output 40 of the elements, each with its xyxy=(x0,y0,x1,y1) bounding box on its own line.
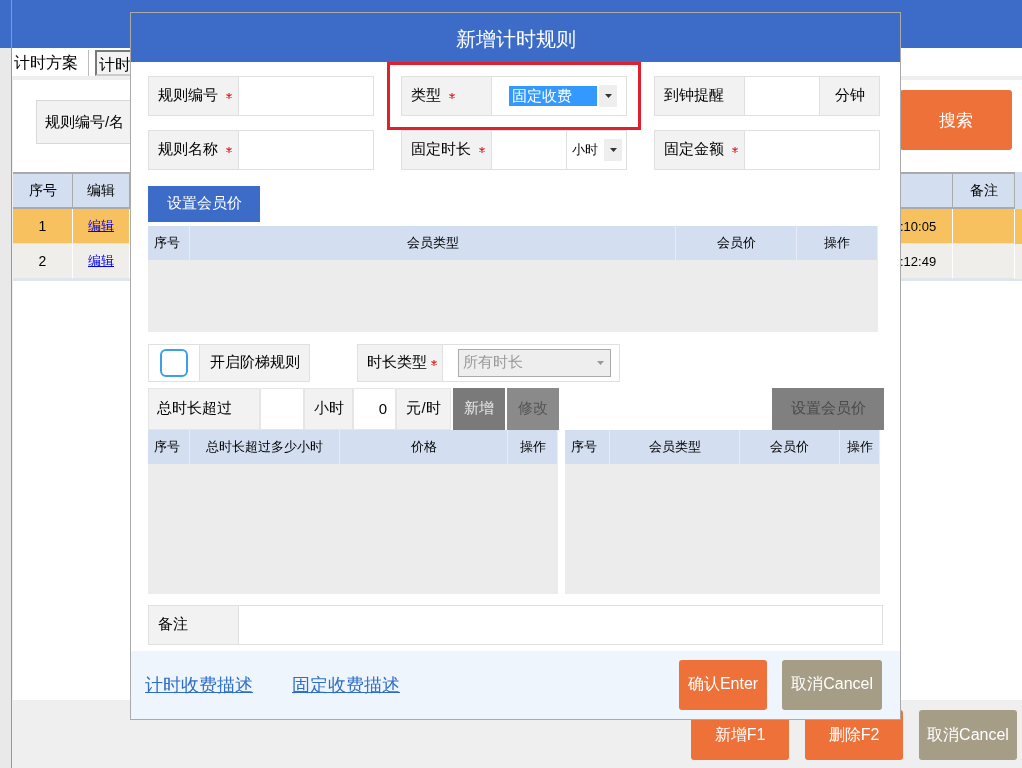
column-header: 会员类型 xyxy=(610,429,740,464)
column-header: 序号 xyxy=(148,429,190,464)
member-price-button[interactable]: 设置会员价 xyxy=(148,185,260,222)
column-header: 会员价 xyxy=(740,429,840,464)
dialog-button[interactable]: 取消Cancel xyxy=(782,659,882,710)
description-link[interactable]: 固定收费描述 xyxy=(292,672,400,697)
column-header: 会员价 xyxy=(676,225,797,260)
edit-link[interactable]: 编辑 xyxy=(88,252,114,270)
dialog-title: 新增计时规则 xyxy=(131,13,900,62)
checkbox-label: 开启阶梯规则 xyxy=(199,344,309,381)
search-button[interactable]: 搜索 xyxy=(900,90,1012,150)
caret-icon xyxy=(604,93,612,98)
footer-button[interactable]: 取消Cancel xyxy=(919,710,1017,760)
column-header: 总时长超过多少小时 xyxy=(190,429,340,464)
tier-button[interactable]: 新增 xyxy=(453,387,505,430)
field-label: 时长类型 xyxy=(358,344,443,381)
column-header: 操作 xyxy=(840,429,880,464)
column-header: 序号 xyxy=(565,429,610,464)
input-field[interactable] xyxy=(260,387,304,430)
column-header: 操作 xyxy=(508,429,558,464)
edit-link[interactable]: 编辑 xyxy=(88,217,114,235)
input-field[interactable]: 0 xyxy=(353,387,396,430)
caret-icon xyxy=(597,360,604,365)
search-label: 规则编号/名 xyxy=(36,100,130,144)
field-label: 总时长超过 xyxy=(148,387,260,430)
column-header: 会员类型 xyxy=(190,225,676,260)
checkbox[interactable] xyxy=(160,348,188,377)
dialog-button[interactable]: 确认Enter xyxy=(678,659,768,710)
description-link[interactable]: 计时收费描述 xyxy=(145,672,253,697)
field-label: 类型 xyxy=(402,76,492,115)
type-select[interactable]: 固定收费 xyxy=(492,76,626,115)
column-header: 序号 xyxy=(148,225,190,260)
table-cell: 2 xyxy=(13,244,73,279)
table-cell xyxy=(953,244,1015,279)
column-header: 操作 xyxy=(797,225,878,260)
unit-label: 小时 xyxy=(304,387,353,430)
tab[interactable]: 计时 xyxy=(95,50,131,76)
tab[interactable]: 计时方案 xyxy=(12,50,89,76)
unit-label: 元/时 xyxy=(396,387,451,430)
column-header: 价格 xyxy=(340,429,508,464)
